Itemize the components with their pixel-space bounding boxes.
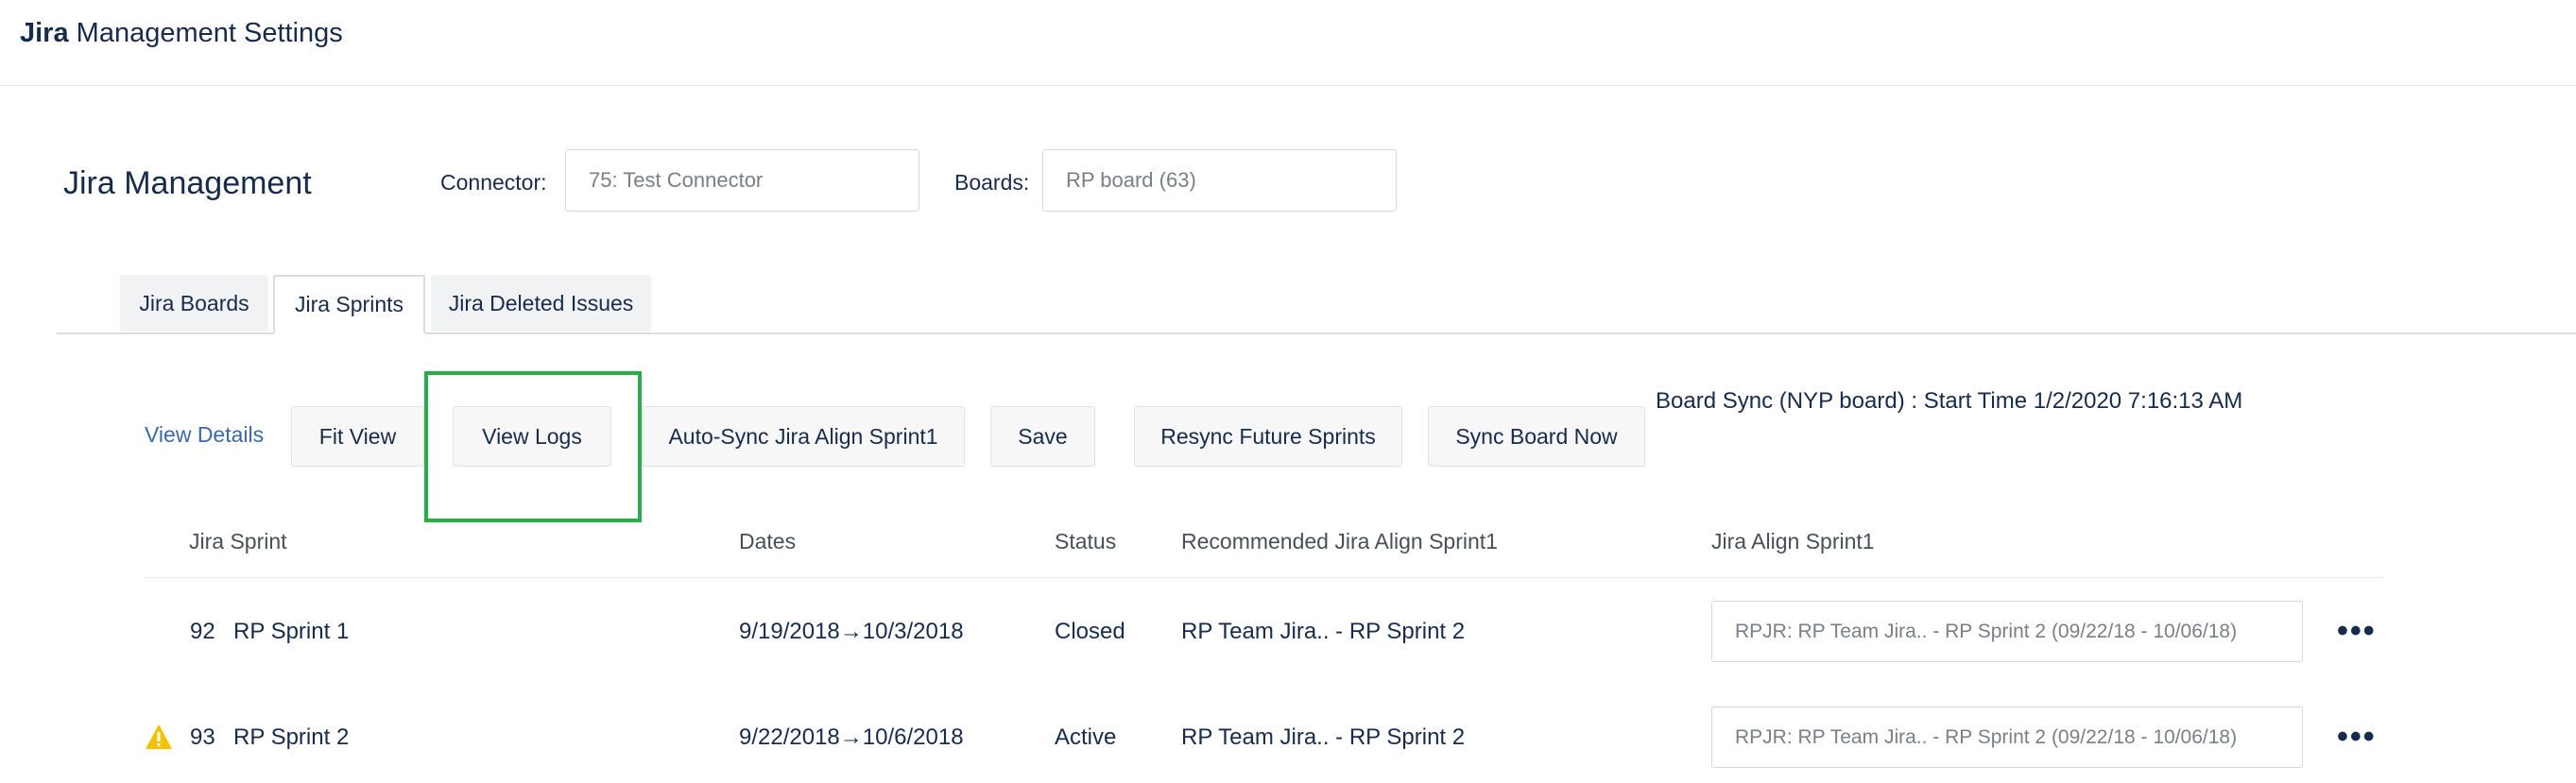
- view-details-link[interactable]: View Details: [145, 420, 264, 449]
- app-title: Jira Management Settings: [20, 15, 343, 51]
- row-2-sprint-id: 93: [190, 724, 215, 750]
- tab-jira-deleted-issues[interactable]: Jira Deleted Issues: [431, 275, 651, 332]
- sync-board-now-button[interactable]: Sync Board Now: [1428, 406, 1645, 467]
- row-1-sprint-id: 92: [190, 619, 215, 644]
- connector-select[interactable]: 75: Test Connector: [565, 149, 919, 212]
- app-title-rest: Management Settings: [68, 18, 343, 48]
- column-header-status: Status: [1055, 529, 1117, 553]
- tabs-divider: [57, 332, 2576, 334]
- boards-label: Boards:: [954, 170, 1030, 195]
- row-2-status: Active: [1055, 724, 1117, 750]
- column-header-align-sprint: Jira Align Sprint1: [1711, 529, 1875, 553]
- row-1-align-sprint-select[interactable]: RPJR: RP Team Jira.. - RP Sprint 2 (09/2…: [1711, 601, 2303, 662]
- row-1-recommended: RP Team Jira.. - RP Sprint 2: [1181, 619, 1466, 644]
- row-1-status: Closed: [1055, 619, 1125, 644]
- save-button[interactable]: Save: [990, 406, 1095, 467]
- row-2-recommended: RP Team Jira.. - RP Sprint 2: [1181, 724, 1466, 750]
- warning-icon: [146, 724, 172, 749]
- tab-jira-sprints[interactable]: Jira Sprints: [273, 275, 425, 334]
- row-2-align-sprint-select[interactable]: RPJR: RP Team Jira.. - RP Sprint 2 (09/2…: [1711, 706, 2303, 768]
- resync-future-sprints-button[interactable]: Resync Future Sprints: [1134, 406, 1402, 467]
- board-sync-status: Board Sync (NYP board) : Start Time 1/2/…: [1656, 388, 2243, 414]
- fit-view-button[interactable]: Fit View: [291, 406, 424, 467]
- app-header: [0, 0, 2576, 86]
- table-header-divider: [144, 577, 2385, 578]
- column-header-jira-sprint: Jira Sprint: [189, 529, 287, 553]
- row-2-more-icon[interactable]: •••: [2337, 721, 2377, 753]
- auto-sync-button[interactable]: Auto-Sync Jira Align Sprint1: [642, 406, 965, 467]
- row-2-dates: 9/22/2018→10/6/2018: [739, 724, 964, 750]
- page-title: Jira Management: [63, 165, 312, 201]
- column-header-recommended-sprint: Recommended Jira Align Sprint1: [1181, 529, 1498, 553]
- view-logs-highlight: [424, 371, 642, 522]
- boards-select[interactable]: RP board (63): [1042, 149, 1397, 212]
- column-header-dates: Dates: [739, 529, 797, 553]
- row-2-sprint-name: RP Sprint 2: [233, 724, 350, 750]
- app-title-bold: Jira: [20, 18, 69, 48]
- row-1-sprint-name: RP Sprint 1: [233, 619, 350, 644]
- tab-jira-boards[interactable]: Jira Boards: [120, 275, 268, 332]
- row-1-more-icon[interactable]: •••: [2337, 615, 2377, 647]
- connector-label: Connector:: [440, 170, 547, 195]
- row-1-dates: 9/19/2018→10/3/2018: [739, 619, 964, 644]
